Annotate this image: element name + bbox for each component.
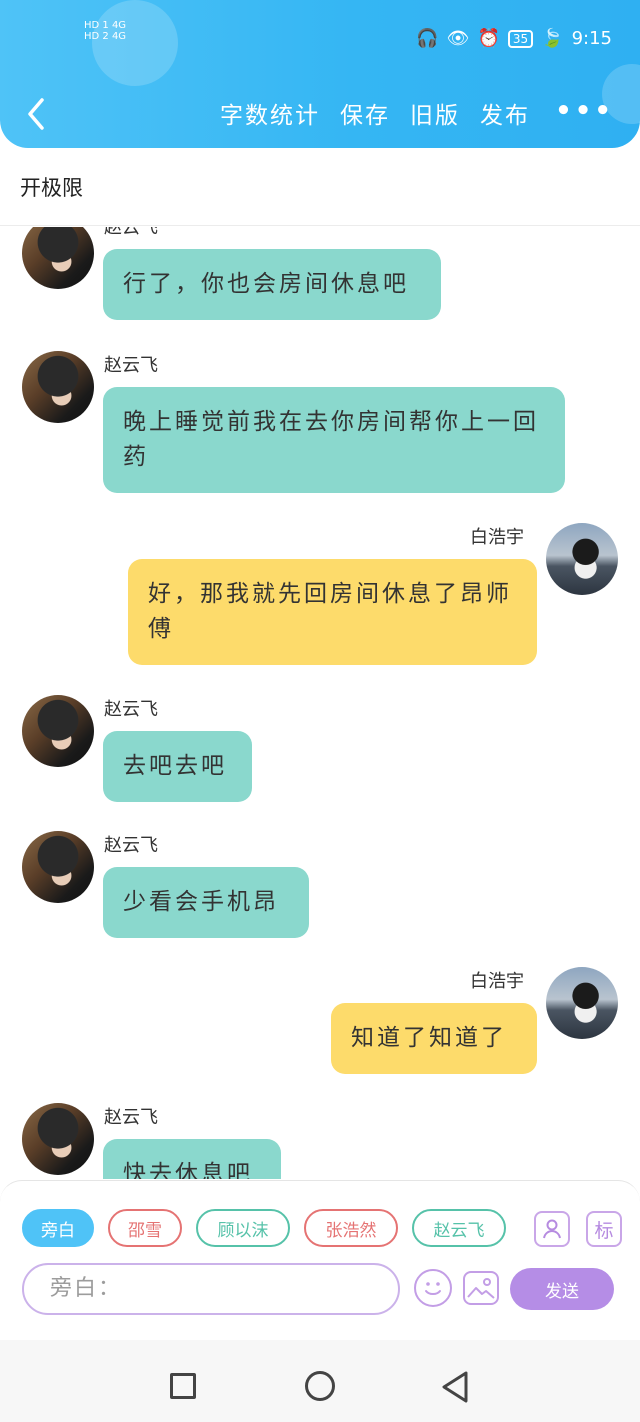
role-chip[interactable]: 邵雪 xyxy=(108,1209,182,1247)
chevron-left-icon xyxy=(28,98,44,130)
image-icon xyxy=(467,1278,495,1299)
battery-indicator: 35 xyxy=(507,29,534,48)
word-count-button[interactable]: 字数统计 xyxy=(220,96,320,130)
sender-name: 白浩宇 xyxy=(470,971,524,992)
headphone-icon: 🎧 xyxy=(416,28,439,49)
leaf-icon: 🍃 xyxy=(541,28,564,49)
chat-list[interactable]: 赵云飞 行了，你也会房间休息吧 赵云飞 晚上睡觉前我在去你房间帮你上一回药 白浩… xyxy=(0,227,640,1179)
image-button[interactable] xyxy=(463,1271,499,1305)
role-chip[interactable]: 顾以沫 xyxy=(196,1209,290,1247)
avatar[interactable] xyxy=(22,1103,94,1175)
old-version-button[interactable]: 旧版 xyxy=(410,96,460,130)
eye-icon: 👁 xyxy=(446,28,470,49)
message-bubble[interactable]: 晚上睡觉前我在去你房间帮你上一回药 xyxy=(103,387,565,493)
avatar[interactable] xyxy=(546,523,618,595)
publish-button[interactable]: 发布 xyxy=(480,96,530,130)
sender-name: 赵云飞 xyxy=(104,1107,158,1128)
person-icon xyxy=(543,1219,561,1239)
message-bubble[interactable]: 去吧去吧 xyxy=(103,731,252,802)
message-bubble[interactable]: 行了，你也会房间休息吧 xyxy=(103,249,441,320)
more-button[interactable]: ••• xyxy=(555,96,614,126)
message-input[interactable]: 旁白： xyxy=(22,1263,400,1315)
emoji-button[interactable] xyxy=(414,1269,452,1307)
message-bubble[interactable]: 少看会手机昂 xyxy=(103,867,309,938)
chapter-title: 开极限 xyxy=(20,176,83,200)
send-button[interactable]: 发送 xyxy=(510,1268,614,1310)
sender-name: 白浩宇 xyxy=(470,527,524,548)
role-chip-narrator[interactable]: 旁白 xyxy=(22,1209,94,1247)
home-icon[interactable] xyxy=(305,1371,335,1401)
message-bubble[interactable]: 好，那我就先回房间休息了昂师傅 xyxy=(128,559,537,665)
avatar[interactable] xyxy=(546,967,618,1039)
add-role-button[interactable] xyxy=(534,1211,570,1247)
app-header: HD 1 4G HD 2 4G 🎧 👁 ⏰ 35 🍃 9:15 字数统计 保存 … xyxy=(0,0,640,148)
tag-button[interactable]: 标 xyxy=(586,1211,622,1247)
avatar[interactable] xyxy=(22,695,94,767)
network-indicator: HD 1 4G HD 2 4G xyxy=(84,20,127,42)
message-bubble[interactable]: 知道了知道了 xyxy=(331,1003,537,1074)
avatar[interactable] xyxy=(22,351,94,423)
composer-panel: 旁白 邵雪 顾以沫 张浩然 赵云飞 标 旁白： 发送 xyxy=(0,1180,640,1316)
smile-icon xyxy=(425,1282,441,1295)
back-triangle-icon[interactable] xyxy=(440,1370,470,1404)
message-bubble[interactable]: 快去休息吧 xyxy=(103,1139,281,1179)
sender-name: 赵云飞 xyxy=(104,227,158,238)
sender-name: 赵云飞 xyxy=(104,835,158,856)
back-button[interactable] xyxy=(22,86,52,142)
recent-apps-icon[interactable] xyxy=(170,1373,196,1399)
sender-name: 赵云飞 xyxy=(104,355,158,376)
alarm-icon: ⏰ xyxy=(477,28,500,49)
save-button[interactable]: 保存 xyxy=(340,96,390,130)
sender-name: 赵云飞 xyxy=(104,699,158,720)
clock-time: 9:15 xyxy=(571,28,612,49)
system-nav-bar xyxy=(0,1340,640,1422)
avatar[interactable] xyxy=(22,831,94,903)
role-chip[interactable]: 赵云飞 xyxy=(412,1209,506,1247)
role-selector: 旁白 邵雪 顾以沫 张浩然 赵云飞 xyxy=(22,1209,506,1247)
chapter-title-bar[interactable]: 开极限 xyxy=(0,148,640,226)
avatar[interactable] xyxy=(22,227,94,289)
status-bar: HD 1 4G HD 2 4G 🎧 👁 ⏰ 35 🍃 9:15 xyxy=(0,14,640,64)
role-chip[interactable]: 张浩然 xyxy=(304,1209,398,1247)
